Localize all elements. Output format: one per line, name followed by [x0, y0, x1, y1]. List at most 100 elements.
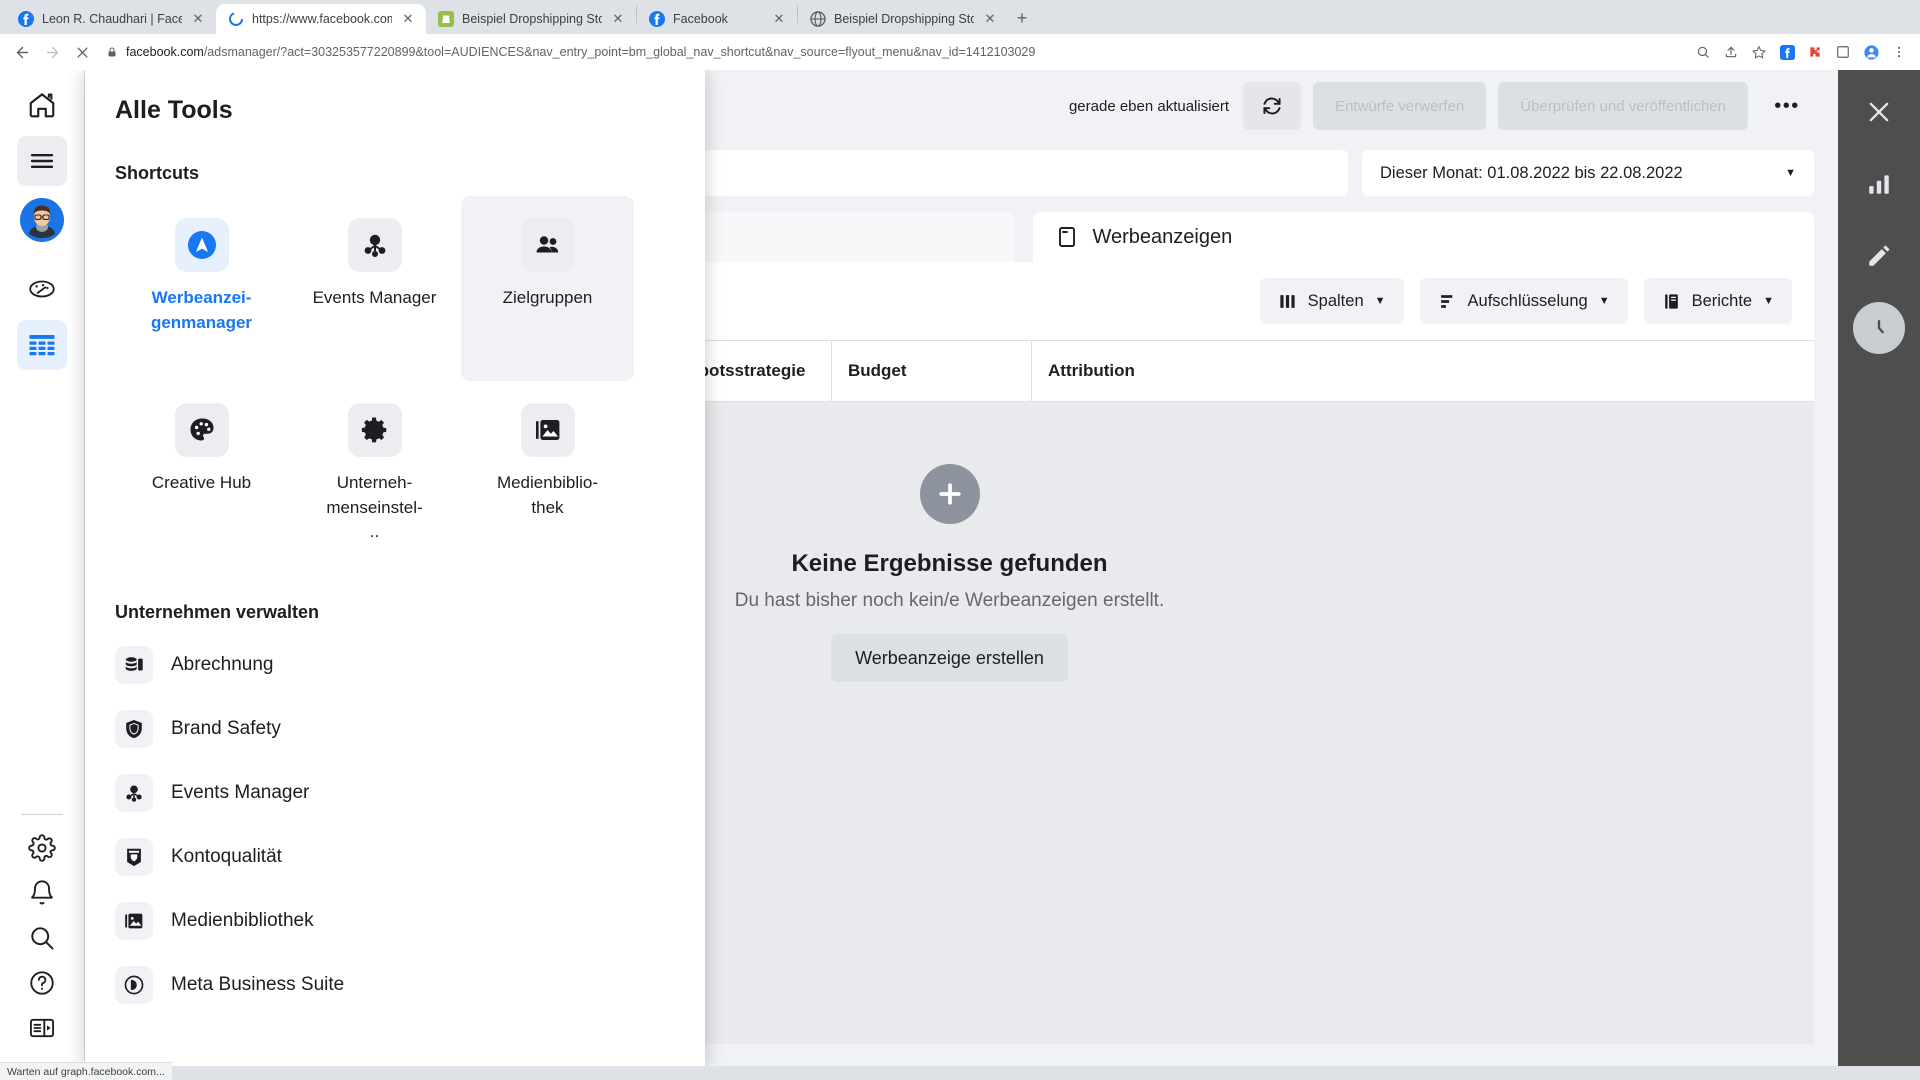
create-ad-button[interactable]: Werbeanzeige erstellen	[831, 634, 1068, 682]
close-icon[interactable]: ✕	[610, 11, 626, 27]
browser-tab-active[interactable]: https://www.facebook.com/ad ✕	[216, 4, 426, 34]
shortcut-werbeanzeigenmanager[interactable]: Werbeanzei-genmanager	[115, 196, 288, 381]
list-item-brand-safety[interactable]: Brand Safety	[115, 697, 675, 761]
rail-home-button[interactable]	[17, 80, 67, 130]
edit-tool-button[interactable]	[1853, 230, 1905, 282]
avatar[interactable]	[20, 198, 64, 242]
loading-spinner-icon	[229, 12, 243, 26]
chart-tool-button[interactable]	[1853, 158, 1905, 210]
date-range-picker[interactable]: Dieser Monat: 01.08.2022 bis 22.08.2022 …	[1362, 150, 1814, 196]
home-icon	[29, 93, 55, 118]
tab-label: Werbeanzeigen	[1092, 225, 1233, 248]
close-icon[interactable]: ✕	[190, 11, 206, 27]
url-text: facebook.com/adsmanager/?act=30325357722…	[126, 45, 1035, 59]
shortcut-creative-hub[interactable]: Creative Hub	[115, 381, 288, 566]
discard-drafts-button[interactable]: Entwürfe verwerfen	[1313, 82, 1487, 130]
shortcut-events-manager[interactable]: Events Manager	[288, 196, 461, 381]
status-text: Warten auf graph.facebook.com...	[7, 1065, 165, 1078]
table-header-attribution[interactable]: Attribution	[1032, 340, 1212, 402]
refresh-button[interactable]	[1243, 82, 1302, 130]
shortcut-label: Creative Hub	[151, 473, 252, 492]
close-icon[interactable]: ✕	[400, 11, 416, 27]
topbar-more-button[interactable]: •••	[1760, 82, 1814, 130]
tab-title: Facebook	[673, 12, 728, 26]
extensions-icon[interactable]	[1830, 39, 1856, 65]
flyout-inner: Alle Tools Shortcuts Werbeanzei-genmanag…	[85, 70, 705, 1017]
list-item-label: Events Manager	[171, 782, 310, 803]
media-library-icon	[520, 403, 575, 457]
history-tool-button[interactable]	[1853, 302, 1905, 354]
table-grid-icon	[29, 335, 55, 356]
toolbar-icons	[1690, 39, 1912, 65]
palette-icon	[174, 403, 229, 457]
search-icon	[31, 926, 54, 949]
facebook-extension-icon[interactable]	[1774, 39, 1800, 65]
review-publish-button[interactable]: Überprüfen und veröffentlichen	[1498, 82, 1748, 130]
puzzle-extension-icon[interactable]	[1802, 39, 1828, 65]
avatar-image	[20, 198, 64, 242]
browser-tab[interactable]: Beispiel Dropshipping Store · F ✕	[426, 4, 636, 34]
stop-icon[interactable]	[68, 38, 96, 66]
facebook-favicon-icon	[649, 11, 665, 27]
bar-chart-icon	[1869, 175, 1889, 194]
browser-tab[interactable]: Beispiel Dropshipping Store ✕	[798, 4, 1008, 34]
rail-menu-button[interactable]	[17, 136, 67, 186]
rail-search-button[interactable]	[17, 915, 67, 960]
browser-tab[interactable]: Facebook ✕	[637, 4, 797, 34]
list-item-label: Meta Business Suite	[171, 974, 345, 995]
tab-title: Leon R. Chaudhari | Facebook	[42, 12, 182, 26]
zoom-icon[interactable]	[1690, 39, 1716, 65]
new-tab-button[interactable]: +	[1008, 4, 1036, 32]
shortcut-label: Unterneh-menseinstel-..	[326, 473, 423, 542]
close-icon[interactable]: ✕	[771, 11, 787, 27]
list-item-events-manager[interactable]: Events Manager	[115, 761, 675, 825]
browser-tab[interactable]: Leon R. Chaudhari | Facebook ✕	[6, 4, 216, 34]
chevron-down-icon: ▼	[1763, 295, 1774, 307]
tab-werbeanzeigen[interactable]: Werbeanzeigen	[1032, 212, 1814, 262]
page-content: gerade eben aktualisiert Entwürfe verwer…	[0, 70, 1920, 1066]
reports-button[interactable]: Berichte ▼	[1643, 278, 1792, 324]
shortcut-label: Medienbiblio-thek	[496, 473, 599, 517]
address-bar[interactable]: facebook.com/adsmanager/?act=30325357722…	[98, 39, 1688, 65]
shortcut-zielgruppen[interactable]: Zielgruppen	[461, 196, 634, 381]
billing-icon	[115, 646, 153, 684]
profile-icon[interactable]	[1858, 39, 1884, 65]
rail-table-button[interactable]	[17, 320, 67, 370]
account-quality-icon	[115, 838, 153, 876]
shortcut-label: Werbeanzei-genmanager	[150, 288, 253, 332]
close-icon[interactable]: ✕	[982, 11, 998, 27]
close-icon	[1869, 102, 1889, 122]
rail-notifications-button[interactable]	[17, 870, 67, 915]
rail-help-button[interactable]	[17, 960, 67, 1005]
bookmark-star-icon[interactable]	[1746, 39, 1772, 65]
chrome-menu-icon[interactable]	[1886, 39, 1912, 65]
rail-gauge-button[interactable]	[17, 264, 67, 314]
rail-expand-button[interactable]	[17, 1005, 67, 1050]
close-panel-button[interactable]	[1853, 86, 1905, 138]
rail-settings-button[interactable]	[17, 825, 67, 870]
breakdown-button[interactable]: Aufschlüsselung ▼	[1419, 278, 1628, 324]
list-item-meta-business-suite[interactable]: Meta Business Suite	[115, 953, 675, 1017]
globe-favicon-icon	[810, 11, 826, 27]
list-item-label: Kontoqualität	[171, 846, 282, 867]
shortcut-unternehmenseinstellungen[interactable]: Unterneh-menseinstel-..	[288, 381, 461, 566]
add-plus-icon[interactable]	[919, 464, 980, 524]
right-tool-rail	[1838, 70, 1920, 1066]
date-range-label: Dieser Monat: 01.08.2022 bis 22.08.2022	[1380, 163, 1683, 182]
table-header-budget[interactable]: Budget	[832, 340, 1032, 402]
back-icon[interactable]	[8, 38, 36, 66]
list-item-kontoqualitaet[interactable]: Kontoqualität	[115, 825, 675, 889]
list-item-medienbibliothek[interactable]: Medienbibliothek	[115, 889, 675, 953]
button-label: Aufschlüsselung	[1467, 291, 1588, 310]
shortcut-medienbibliothek[interactable]: Medienbiblio-thek	[461, 381, 634, 566]
button-label: Spalten	[1307, 291, 1364, 310]
list-item-abrechnung[interactable]: Abrechnung	[115, 633, 675, 697]
columns-button[interactable]: Spalten ▼	[1259, 278, 1404, 324]
forward-icon[interactable]	[38, 38, 66, 66]
browser-window: Leon R. Chaudhari | Facebook ✕ https://w…	[0, 0, 1920, 1080]
help-icon	[30, 970, 54, 995]
table-toolbar-right: Spalten ▼ Aufschlüsselung ▼ Berichte ▼	[1259, 278, 1792, 324]
events-manager-icon	[347, 218, 402, 272]
share-icon[interactable]	[1718, 39, 1744, 65]
browser-toolbar: facebook.com/adsmanager/?act=30325357722…	[0, 34, 1920, 70]
